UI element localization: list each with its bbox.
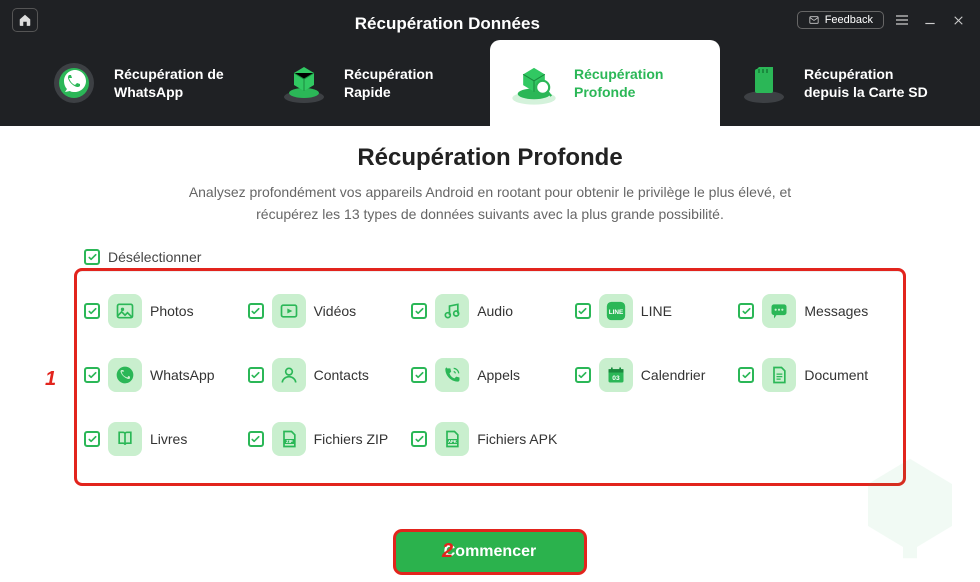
- document-icon: [762, 358, 796, 392]
- item-whatsapp[interactable]: WhatsApp: [84, 358, 242, 392]
- annotation-2: 2: [442, 540, 453, 563]
- zip-icon: ZIP: [272, 422, 306, 456]
- page-title: Récupération Profonde: [80, 144, 900, 172]
- svg-text:03: 03: [612, 375, 620, 382]
- home-icon: [18, 13, 32, 27]
- close-icon: [952, 14, 965, 27]
- line-icon: LINE: [599, 294, 633, 328]
- apk-icon: APK: [435, 422, 469, 456]
- feedback-button[interactable]: Feedback: [797, 11, 884, 29]
- data-types-grid: Photos Vidéos Audio LINELINE Messages Wh…: [80, 272, 900, 486]
- feedback-label: Feedback: [825, 14, 873, 26]
- minimize-button[interactable]: [920, 10, 940, 30]
- home-button[interactable]: [12, 8, 38, 32]
- calls-icon: [435, 358, 469, 392]
- deselect-checkbox[interactable]: [84, 249, 100, 265]
- videos-icon: [272, 294, 306, 328]
- audio-icon: [435, 294, 469, 328]
- item-calls[interactable]: Appels: [411, 358, 569, 392]
- calendar-icon: 03: [599, 358, 633, 392]
- mail-icon: [808, 15, 820, 25]
- tabs: Récupération deWhatsApp RécupérationRapi…: [0, 40, 980, 126]
- main-content: Récupération Profonde Analysez profondém…: [0, 126, 980, 572]
- minimize-icon: [923, 13, 937, 27]
- item-calendar[interactable]: 03Calendrier: [575, 358, 733, 392]
- contacts-icon: [272, 358, 306, 392]
- annotation-1: 1: [45, 368, 56, 391]
- tab-quick-recovery[interactable]: RécupérationRapide: [260, 40, 490, 126]
- svg-text:APK: APK: [448, 439, 457, 444]
- app-title: Récupération Données: [98, 14, 797, 34]
- menu-icon: [894, 12, 910, 28]
- item-contacts[interactable]: Contacts: [248, 358, 406, 392]
- item-videos[interactable]: Vidéos: [248, 294, 406, 328]
- app-header: Récupération Données Feedback Récupérati…: [0, 0, 980, 126]
- tab-sd-recovery[interactable]: Récupérationdepuis la Carte SD: [720, 40, 950, 126]
- messages-icon: [762, 294, 796, 328]
- books-icon: [108, 422, 142, 456]
- svg-text:ZIP: ZIP: [286, 439, 293, 444]
- item-books[interactable]: Livres: [84, 422, 242, 456]
- item-audio[interactable]: Audio: [411, 294, 569, 328]
- whatsapp-data-icon: [108, 358, 142, 392]
- item-messages[interactable]: Messages: [738, 294, 896, 328]
- item-apk[interactable]: APKFichiers APK: [411, 422, 569, 456]
- menu-button[interactable]: [892, 10, 912, 30]
- close-button[interactable]: [948, 10, 968, 30]
- whatsapp-icon: [48, 57, 100, 109]
- deep-recovery-icon: [508, 57, 560, 109]
- sd-card-icon: [738, 57, 790, 109]
- item-document[interactable]: Document: [738, 358, 896, 392]
- quick-recovery-icon: [278, 57, 330, 109]
- tab-deep-recovery[interactable]: RécupérationProfonde: [490, 40, 720, 126]
- svg-text:LINE: LINE: [609, 309, 624, 316]
- item-photos[interactable]: Photos: [84, 294, 242, 328]
- deselect-all[interactable]: Désélectionner: [80, 249, 900, 272]
- page-description: Analysez profondément vos appareils Andr…: [80, 182, 900, 225]
- photos-icon: [108, 294, 142, 328]
- item-zip[interactable]: ZIPFichiers ZIP: [248, 422, 406, 456]
- item-line[interactable]: LINELINE: [575, 294, 733, 328]
- tab-whatsapp-recovery[interactable]: Récupération deWhatsApp: [30, 40, 260, 126]
- start-button[interactable]: Commencer: [396, 532, 584, 572]
- deselect-label: Désélectionner: [108, 249, 201, 265]
